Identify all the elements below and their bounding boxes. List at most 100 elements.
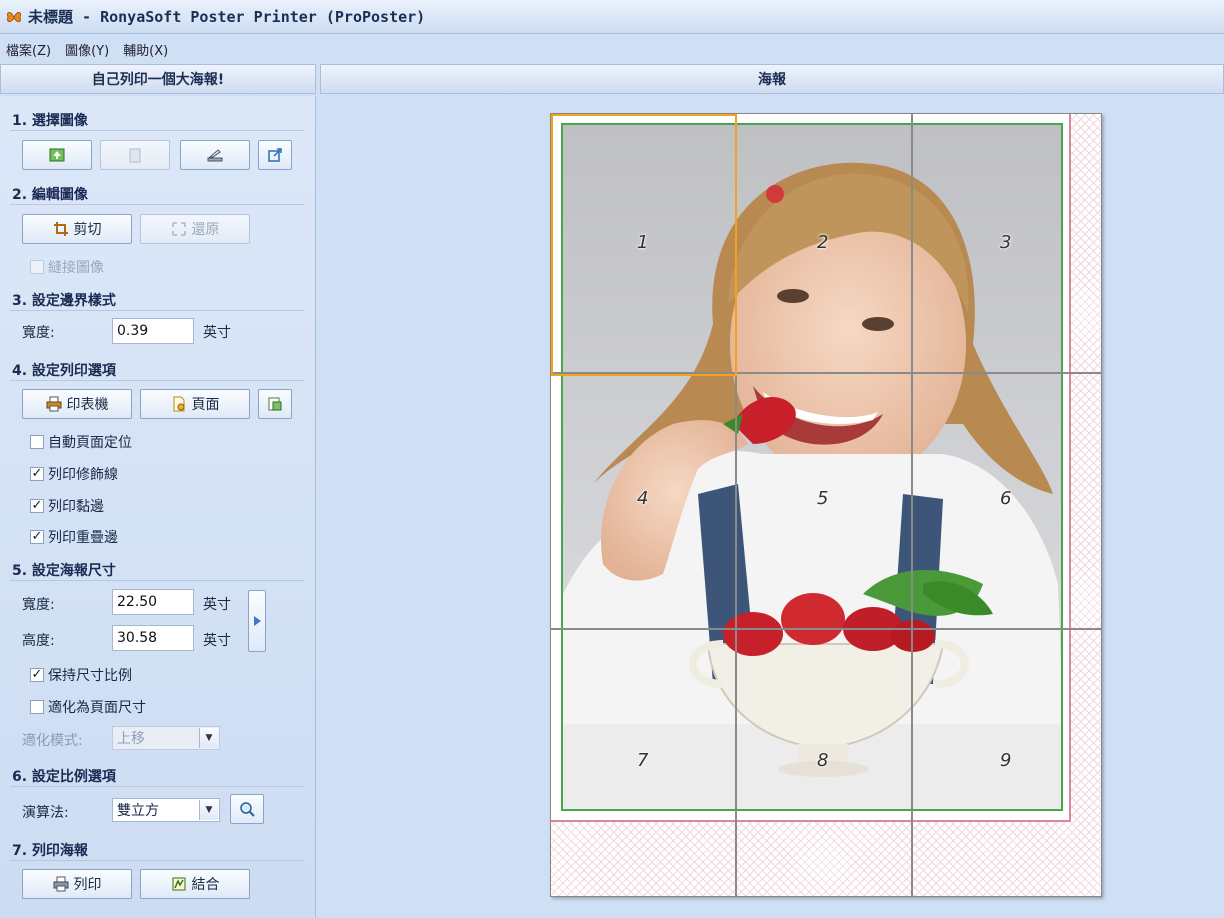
restore-icon <box>171 222 186 236</box>
tile-number: 6 <box>1000 488 1012 509</box>
checkbox-box <box>30 700 44 714</box>
restore-button[interactable]: 還原 <box>140 214 250 244</box>
external-link-icon <box>268 148 282 162</box>
fit-page-checkbox[interactable]: 適化為頁面尺寸 <box>30 697 146 717</box>
blank-area-bottom <box>551 820 1101 896</box>
blank-area-right <box>1069 114 1101 896</box>
poster-width-label: 寬度: <box>22 597 55 613</box>
tile-divider-horizontal <box>551 628 1101 630</box>
poster-height-input[interactable]: 30.58 <box>112 625 194 651</box>
margin-line-pink <box>551 820 1069 822</box>
left-panel: 1. 選擇圖像 2. 編輯圖像 剪切 還原 縫接圖像 3. 設定邊界樣式 寬度:… <box>0 96 316 918</box>
left-panel-header: 自己列印一個大海報! <box>0 64 316 94</box>
checkbox-box <box>30 260 44 274</box>
keep-ratio-checkbox[interactable]: ✓ 保持尺寸比例 <box>30 665 132 685</box>
fit-page-label: 適化為頁面尺寸 <box>48 700 146 716</box>
poster-preview[interactable]: 1 2 3 4 5 6 7 8 9 <box>550 113 1102 897</box>
margin-line-pink <box>1069 114 1071 822</box>
dropdown-arrow-icon: ▼ <box>199 800 218 820</box>
algorithm-select[interactable]: 雙立方 ▼ <box>112 798 220 822</box>
tile-number: 8 <box>817 750 829 771</box>
open-image-button[interactable] <box>22 140 92 170</box>
crop-button[interactable]: 剪切 <box>22 214 132 244</box>
stitch-image-checkbox[interactable]: 縫接圖像 <box>30 257 104 277</box>
tile-number: 9 <box>1000 750 1012 771</box>
algorithm-label: 演算法: <box>22 805 69 821</box>
border-width-input[interactable]: 0.39 <box>112 318 194 344</box>
restore-label: 還原 <box>191 222 220 238</box>
check-mark-icon: ✓ <box>30 466 44 481</box>
section-border-style: 3. 設定邊界樣式 <box>12 293 116 309</box>
keep-ratio-label: 保持尺寸比例 <box>48 668 132 684</box>
fit-mode-select[interactable]: 上移 ▼ <box>112 726 220 750</box>
external-image-button[interactable] <box>258 140 292 170</box>
overlap-edge-label: 列印重疊邊 <box>48 530 118 546</box>
section-divider <box>10 310 304 311</box>
magnifier-icon <box>240 802 255 817</box>
printer-icon <box>53 876 68 892</box>
tile-divider-vertical <box>911 114 913 896</box>
tile-number: 7 <box>637 750 649 771</box>
section-divider <box>10 204 304 205</box>
tile-number: 2 <box>817 232 829 253</box>
printer-label: 印表機 <box>66 397 109 413</box>
scanner-icon <box>207 149 223 162</box>
check-mark-icon: ✓ <box>30 529 44 544</box>
check-mark-icon: ✓ <box>30 498 44 513</box>
section-scale-options: 6. 設定比例選項 <box>12 769 116 785</box>
poster-width-unit: 英寸 <box>203 597 231 613</box>
dropdown-arrow-icon: ▼ <box>199 728 218 748</box>
butterfly-icon <box>7 11 21 22</box>
auto-page-label: 自動頁面定位 <box>48 435 132 451</box>
trim-lines-label: 列印修飾線 <box>48 467 118 483</box>
menu-bar: 檔案(Z) 圖像(Y) 輔助(X) <box>0 36 182 62</box>
fit-mode-value: 上移 <box>117 731 145 747</box>
poster-width-input[interactable]: 22.50 <box>112 589 194 615</box>
border-width-label: 寬度: <box>22 325 55 341</box>
poster-height-label: 高度: <box>22 633 55 649</box>
page-preview-button[interactable] <box>258 389 292 419</box>
scan-image-button[interactable] <box>180 140 250 170</box>
selected-tile-highlight[interactable] <box>551 114 737 376</box>
section-print-options: 4. 設定列印選項 <box>12 363 116 379</box>
menu-image[interactable]: 圖像(Y) <box>65 40 109 59</box>
page-setup-label: 頁面 <box>191 397 220 413</box>
section-print-poster: 7. 列印海報 <box>12 843 88 859</box>
open-image-icon <box>49 148 65 162</box>
glue-edge-label: 列印黏邊 <box>48 499 104 515</box>
section-divider <box>10 130 304 131</box>
section-divider <box>10 860 304 861</box>
title-bar: 未標題 - RonyaSoft Poster Printer (ProPoste… <box>0 0 1224 34</box>
printer-button[interactable]: 印表機 <box>22 389 132 419</box>
glue-edge-checkbox[interactable]: ✓ 列印黏邊 <box>30 496 104 516</box>
fit-mode-label: 適化模式: <box>22 733 83 749</box>
section-edit-image: 2. 編輯圖像 <box>12 187 88 203</box>
print-button[interactable]: 列印 <box>22 869 132 899</box>
crop-label: 剪切 <box>73 222 102 238</box>
section-poster-size: 5. 設定海報尺寸 <box>12 563 116 579</box>
menu-help[interactable]: 輔助(X) <box>123 40 168 59</box>
clipboard-icon <box>129 148 141 163</box>
tile-number: 4 <box>637 488 649 509</box>
print-label: 列印 <box>73 877 102 893</box>
expand-size-button[interactable] <box>248 590 266 652</box>
menu-file[interactable]: 檔案(Z) <box>6 40 51 59</box>
tile-number: 3 <box>1000 232 1012 253</box>
checkbox-box <box>30 435 44 449</box>
paste-image-button[interactable] <box>100 140 170 170</box>
tile-number: 5 <box>817 488 829 509</box>
triangle-right-icon <box>254 616 261 626</box>
algorithm-value: 雙立方 <box>117 803 159 819</box>
page-setup-button[interactable]: 頁面 <box>140 389 250 419</box>
overlap-edge-checkbox[interactable]: ✓ 列印重疊邊 <box>30 527 118 547</box>
check-mark-icon: ✓ <box>30 667 44 682</box>
trim-lines-checkbox[interactable]: ✓ 列印修飾線 <box>30 464 118 484</box>
combine-button[interactable]: 結合 <box>140 869 250 899</box>
section-divider <box>10 580 304 581</box>
zoom-preview-button[interactable] <box>230 794 264 824</box>
auto-page-checkbox[interactable]: 自動頁面定位 <box>30 432 132 452</box>
section-divider <box>10 380 304 381</box>
page-preview-icon <box>268 397 282 411</box>
section-divider <box>10 786 304 787</box>
page-icon <box>173 396 184 412</box>
